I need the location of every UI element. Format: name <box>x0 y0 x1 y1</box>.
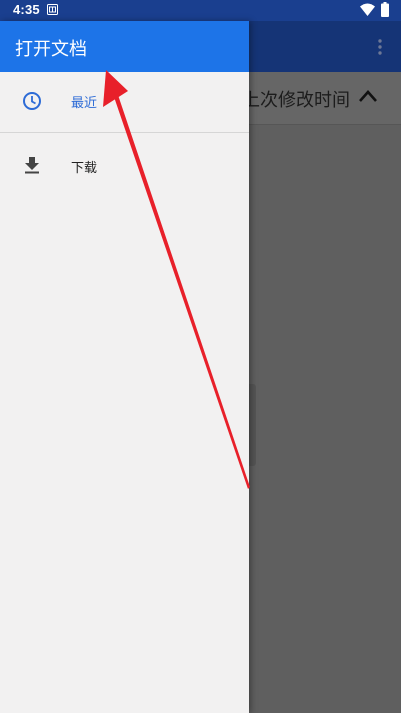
status-bar: 4:35 <box>0 0 401 21</box>
drawer-item-download[interactable]: 下载 <box>0 133 249 193</box>
battery-icon <box>381 2 389 17</box>
more-vertical-icon[interactable] <box>376 38 384 56</box>
drawer-title: 打开文档 <box>15 39 87 60</box>
download-icon <box>25 157 39 174</box>
sim-card-icon <box>47 4 58 15</box>
drawer-item-recent[interactable]: 最近 <box>0 72 249 133</box>
navigation-drawer: 打开文档 最近 下载 <box>0 21 249 713</box>
screen: 4:35 上次修改时间 打开文档 最近 下载 <box>0 0 401 713</box>
drawer-item-label: 最近 <box>71 96 98 111</box>
wifi-icon <box>360 3 375 16</box>
chevron-up-icon[interactable] <box>358 89 378 103</box>
scrollbar-handle[interactable] <box>249 384 256 466</box>
status-time: 4:35 <box>13 2 40 17</box>
drawer-header: 打开文档 <box>0 21 249 72</box>
drawer-item-label: 下载 <box>71 161 98 176</box>
sort-label: 上次修改时间 <box>242 90 350 111</box>
clock-icon <box>23 92 41 110</box>
